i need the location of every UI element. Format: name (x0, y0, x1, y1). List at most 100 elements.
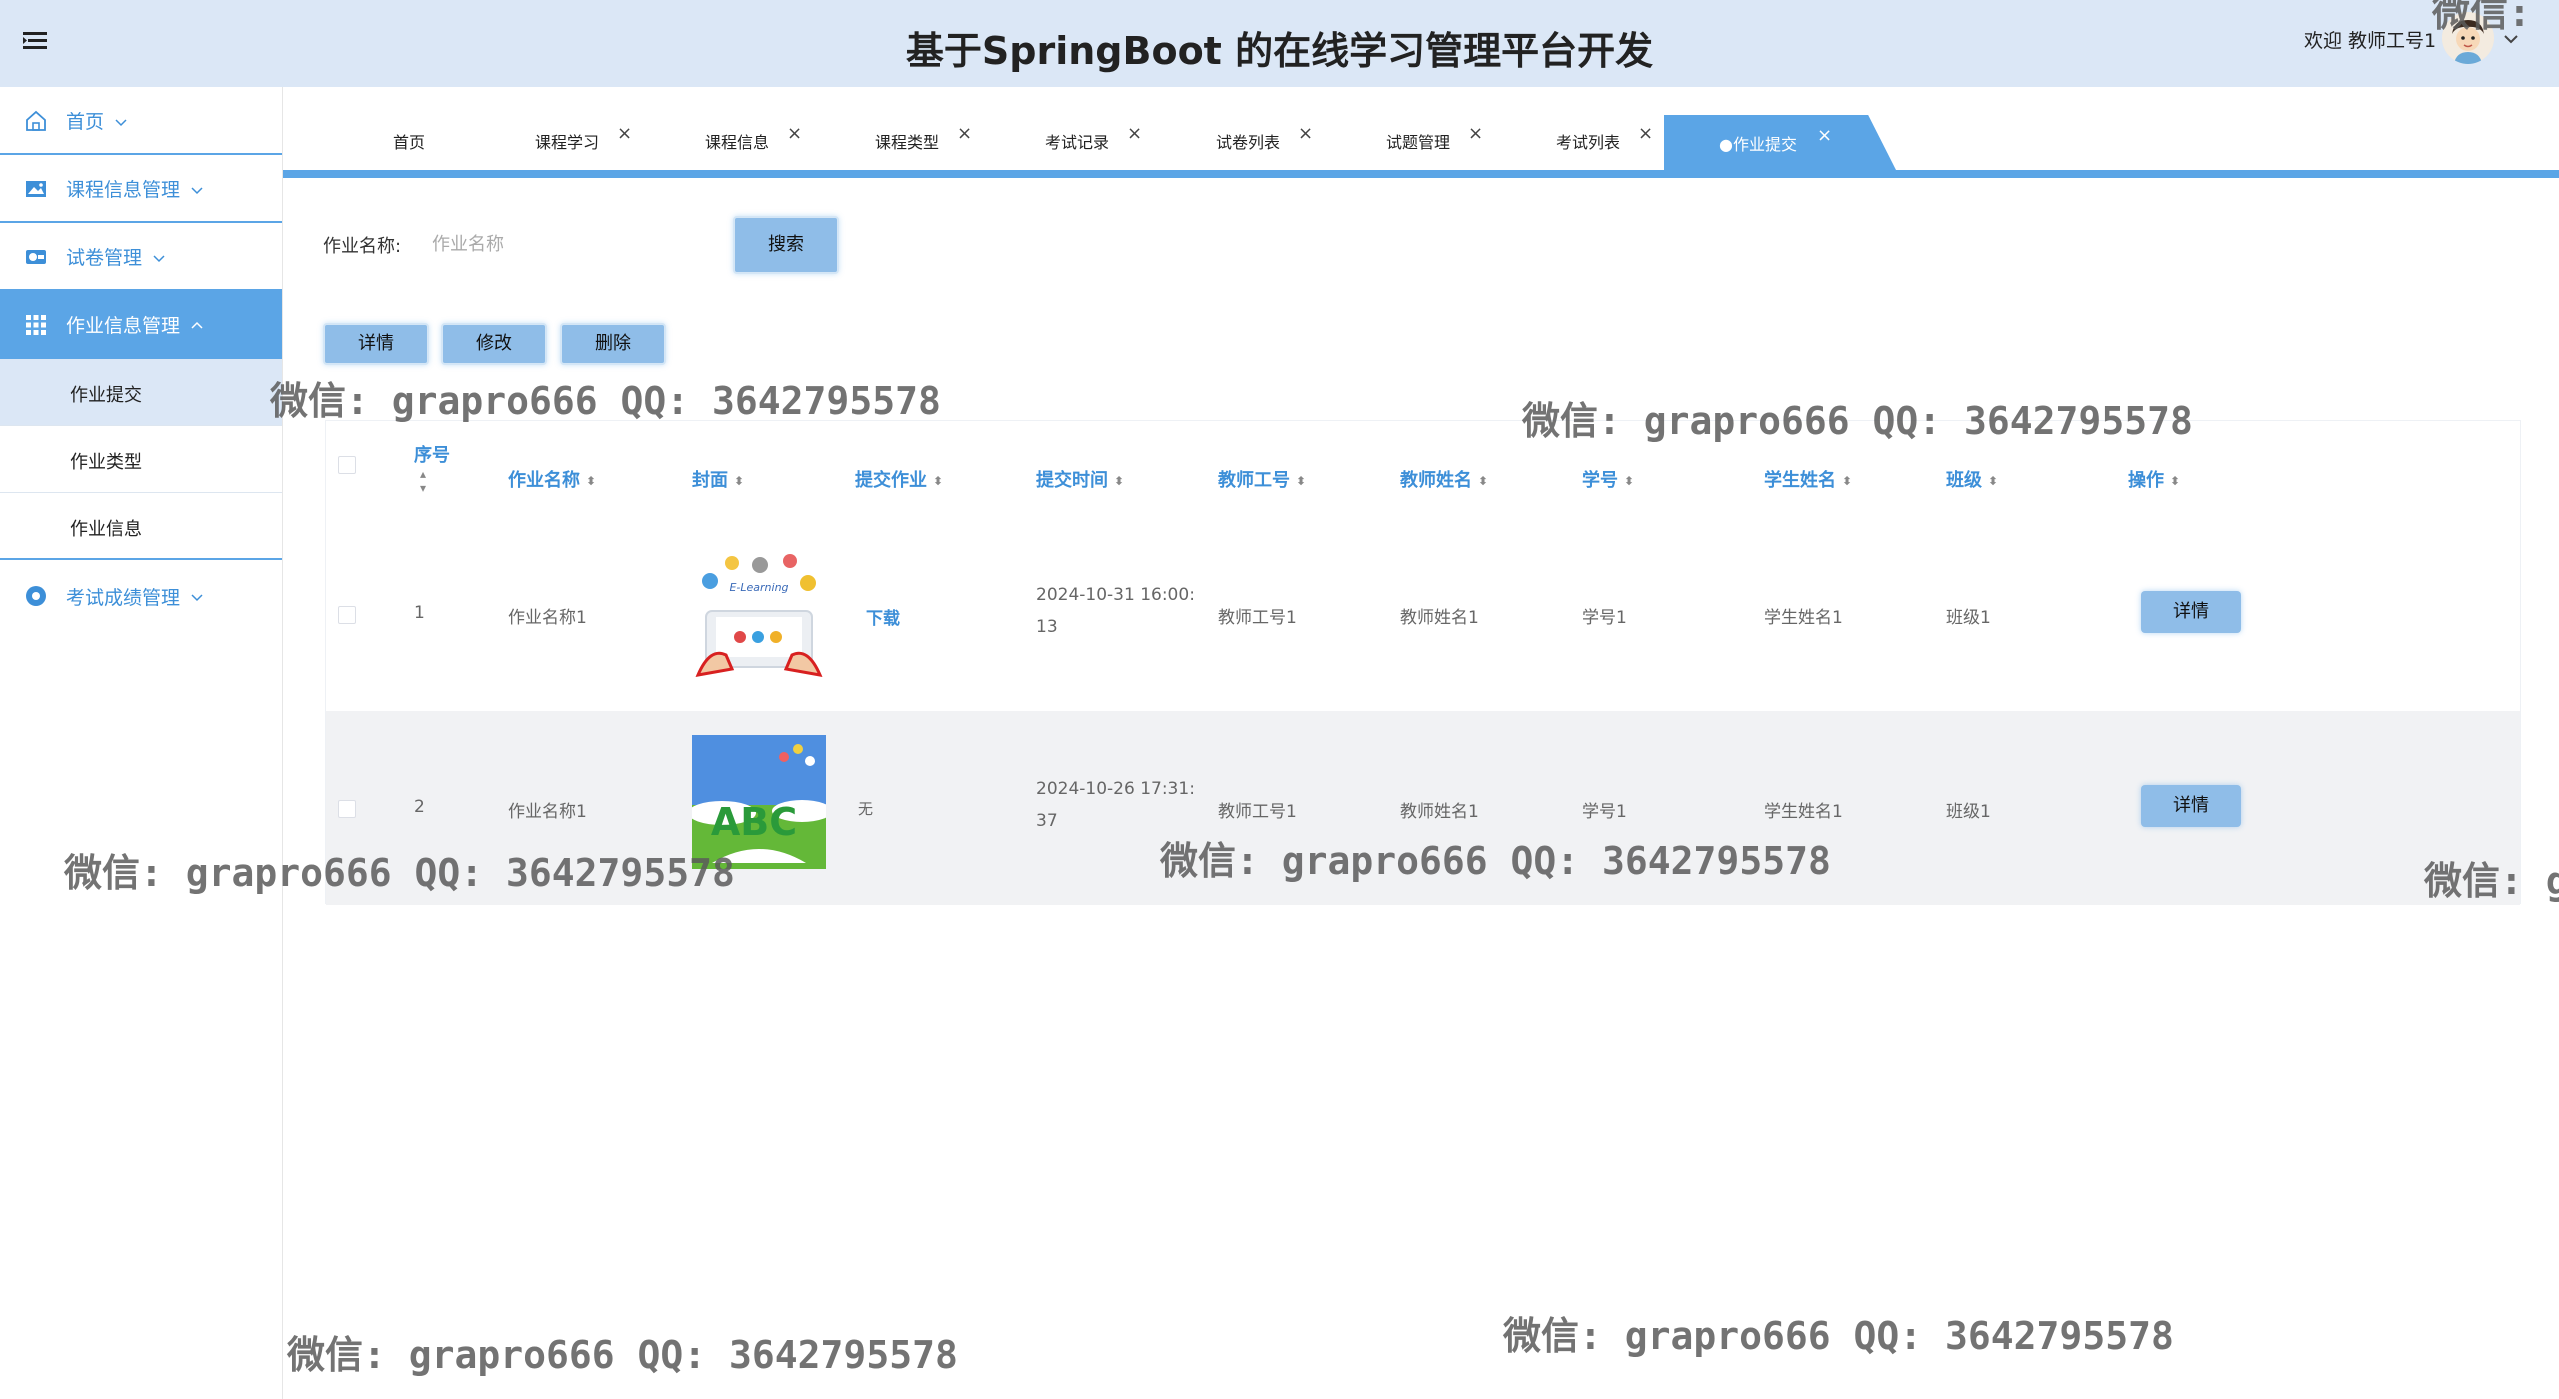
tab-question-manage[interactable]: 试题管理 × (1386, 113, 1536, 170)
tab-course-type[interactable]: 课程类型 × (875, 113, 1025, 170)
tab-homework-submit[interactable]: ●作业提交 × (1664, 115, 1896, 170)
close-icon[interactable]: × (1817, 125, 1832, 146)
select-all-checkbox[interactable] (338, 456, 356, 474)
tab-label: 首页 (393, 133, 426, 152)
cell-student-id: 学号1 (1582, 608, 1627, 628)
close-icon[interactable]: × (1468, 123, 1483, 144)
detail-button[interactable]: 详情 (323, 323, 429, 365)
tab-exam-record[interactable]: 考试记录 × (1045, 113, 1195, 170)
sidebar-item-homework[interactable]: 作业信息管理 (0, 291, 282, 359)
close-icon[interactable]: × (787, 123, 802, 144)
sidebar-item-home[interactable]: 首页 (0, 87, 282, 155)
cell-teacher-name: 教师姓名1 (1400, 608, 1479, 628)
tab-label: 考试记录 (1045, 133, 1110, 152)
image-icon (24, 177, 48, 201)
close-icon[interactable]: × (957, 123, 972, 144)
sort-icon[interactable]: ⬍ (1988, 474, 1998, 488)
sort-icon[interactable]: ⬍ (1842, 474, 1852, 488)
sort-icon[interactable]: ⬍ (734, 474, 744, 488)
cover-caption: E-Learning (729, 581, 788, 594)
watermark: 微信: grapro666 QQ: 3642795578 (287, 1333, 958, 1377)
cell-class: 班级1 (1946, 608, 1991, 628)
sidebar-item-course-info[interactable]: 课程信息管理 (0, 155, 282, 223)
cell-index: 1 (414, 603, 425, 623)
tab-course-study[interactable]: 课程学习 × (535, 113, 685, 170)
cover-caption: ABC (711, 800, 797, 844)
column-header-student-id[interactable]: 学号 ⬍ (1582, 466, 1634, 492)
sidebar-item-label: 课程信息管理 (66, 178, 181, 201)
tab-label: 课程学习 (535, 133, 600, 152)
grid-icon (24, 313, 48, 337)
sidebar-subitem-homework-info[interactable]: 作业信息 (0, 493, 282, 560)
sidebar-subitem-homework-submit[interactable]: 作业提交 (0, 359, 282, 426)
tab-label: 考试列表 (1556, 133, 1621, 152)
search-button[interactable]: 搜索 (733, 216, 839, 274)
cell-time-line2: 37 (1036, 811, 1058, 831)
close-icon[interactable]: × (1638, 123, 1653, 144)
table-row[interactable]: 1 作业名称1 E-Learning 下载 2024-10-31 16:00: (326, 517, 2520, 711)
sidebar-subitem-label: 作业提交 (70, 385, 142, 406)
row-checkbox[interactable] (338, 606, 356, 624)
column-header-teacher-id[interactable]: 教师工号 ⬍ (1218, 466, 1306, 492)
cell-name: 作业名称1 (508, 608, 587, 628)
chevron-down-icon (114, 114, 128, 128)
sidebar-item-exam-score[interactable]: 考试成绩管理 (0, 562, 282, 630)
tab-paper-list[interactable]: 试卷列表 × (1216, 113, 1366, 170)
tab-course-info[interactable]: 课程信息 × (705, 113, 855, 170)
tab-label: 试题管理 (1386, 133, 1451, 152)
chevron-up-icon (190, 318, 204, 332)
close-icon[interactable]: × (617, 123, 632, 144)
download-link[interactable]: 下载 (866, 604, 900, 629)
sort-icon[interactable]: ⬍ (1624, 474, 1634, 488)
tab-label: 课程信息 (705, 133, 770, 152)
sidebar-item-exam-paper[interactable]: 试卷管理 (0, 223, 282, 291)
cell-submit: 无 (858, 800, 874, 818)
sort-icon[interactable]: ⬍ (2170, 474, 2180, 488)
row-detail-button[interactable]: 详情 (2141, 785, 2241, 827)
circle-dot-icon (24, 584, 48, 608)
column-header-submit[interactable]: 提交作业 ⬍ (855, 466, 943, 492)
watermark: 微信: (2432, 0, 2531, 35)
tab-home[interactable]: 首页 (393, 113, 503, 170)
cover-image: E-Learning (692, 551, 826, 685)
sort-icon[interactable]: ⬍ (586, 474, 596, 488)
column-header-operation[interactable]: 操作 ⬍ (2128, 466, 2180, 492)
watermark: 微信: g (2424, 859, 2559, 903)
delete-button[interactable]: 删除 (560, 323, 666, 365)
sort-icon[interactable]: ▴ ▾ (420, 467, 450, 495)
row-checkbox[interactable] (338, 800, 356, 818)
watermark: 微信: grapro666 QQ: 3642795578 (1522, 399, 2193, 443)
cell-time-line2: 13 (1036, 617, 1058, 637)
sort-icon[interactable]: ⬍ (1296, 474, 1306, 488)
chevron-down-icon (152, 250, 166, 264)
edit-button[interactable]: 修改 (441, 323, 547, 365)
row-detail-button[interactable]: 详情 (2141, 591, 2241, 633)
column-header-class[interactable]: 班级 ⬍ (1946, 466, 1998, 492)
cell-student-name: 学生姓名1 (1764, 608, 1843, 628)
close-icon[interactable]: × (1298, 123, 1313, 144)
watermark: 微信: grapro666 QQ: 3642795578 (270, 379, 941, 423)
sidebar-subitem-homework-type[interactable]: 作业类型 (0, 426, 282, 493)
welcome-text: 欢迎 教师工号1 (2304, 30, 2437, 52)
column-header-teacher-name[interactable]: 教师姓名 ⬍ (1400, 466, 1488, 492)
column-header-name[interactable]: 作业名称 ⬍ (508, 466, 596, 492)
search-input[interactable] (430, 220, 714, 268)
cell-time-line1: 2024-10-26 17:31: (1036, 779, 1195, 799)
sort-icon[interactable]: ⬍ (1114, 474, 1124, 488)
sidebar-subitem-label: 作业类型 (70, 452, 142, 473)
sidebar-subitem-label: 作业信息 (70, 519, 142, 540)
sort-icon[interactable]: ⬍ (1478, 474, 1488, 488)
cell-class: 班级1 (1946, 802, 1991, 822)
tab-label: 试卷列表 (1216, 133, 1281, 152)
sort-icon[interactable]: ⬍ (933, 474, 943, 488)
column-header-student-name[interactable]: 学生姓名 ⬍ (1764, 466, 1852, 492)
cell-student-name: 学生姓名1 (1764, 802, 1843, 822)
sidebar: 首页 课程信息管理 试卷管理 作业信息管理 作业提交 作业类型 作业信息 考试成… (0, 87, 283, 1399)
close-icon[interactable]: × (1127, 123, 1142, 144)
search-label: 作业名称: (323, 236, 402, 257)
column-header-index[interactable]: 序号 ▴ ▾ (414, 441, 450, 495)
column-header-time[interactable]: 提交时间 ⬍ (1036, 466, 1124, 492)
watermark: 微信: grapro666 QQ: 3642795578 (1160, 839, 1831, 883)
column-header-cover[interactable]: 封面 ⬍ (692, 466, 744, 492)
tab-label: ●作业提交 (1719, 135, 1797, 154)
